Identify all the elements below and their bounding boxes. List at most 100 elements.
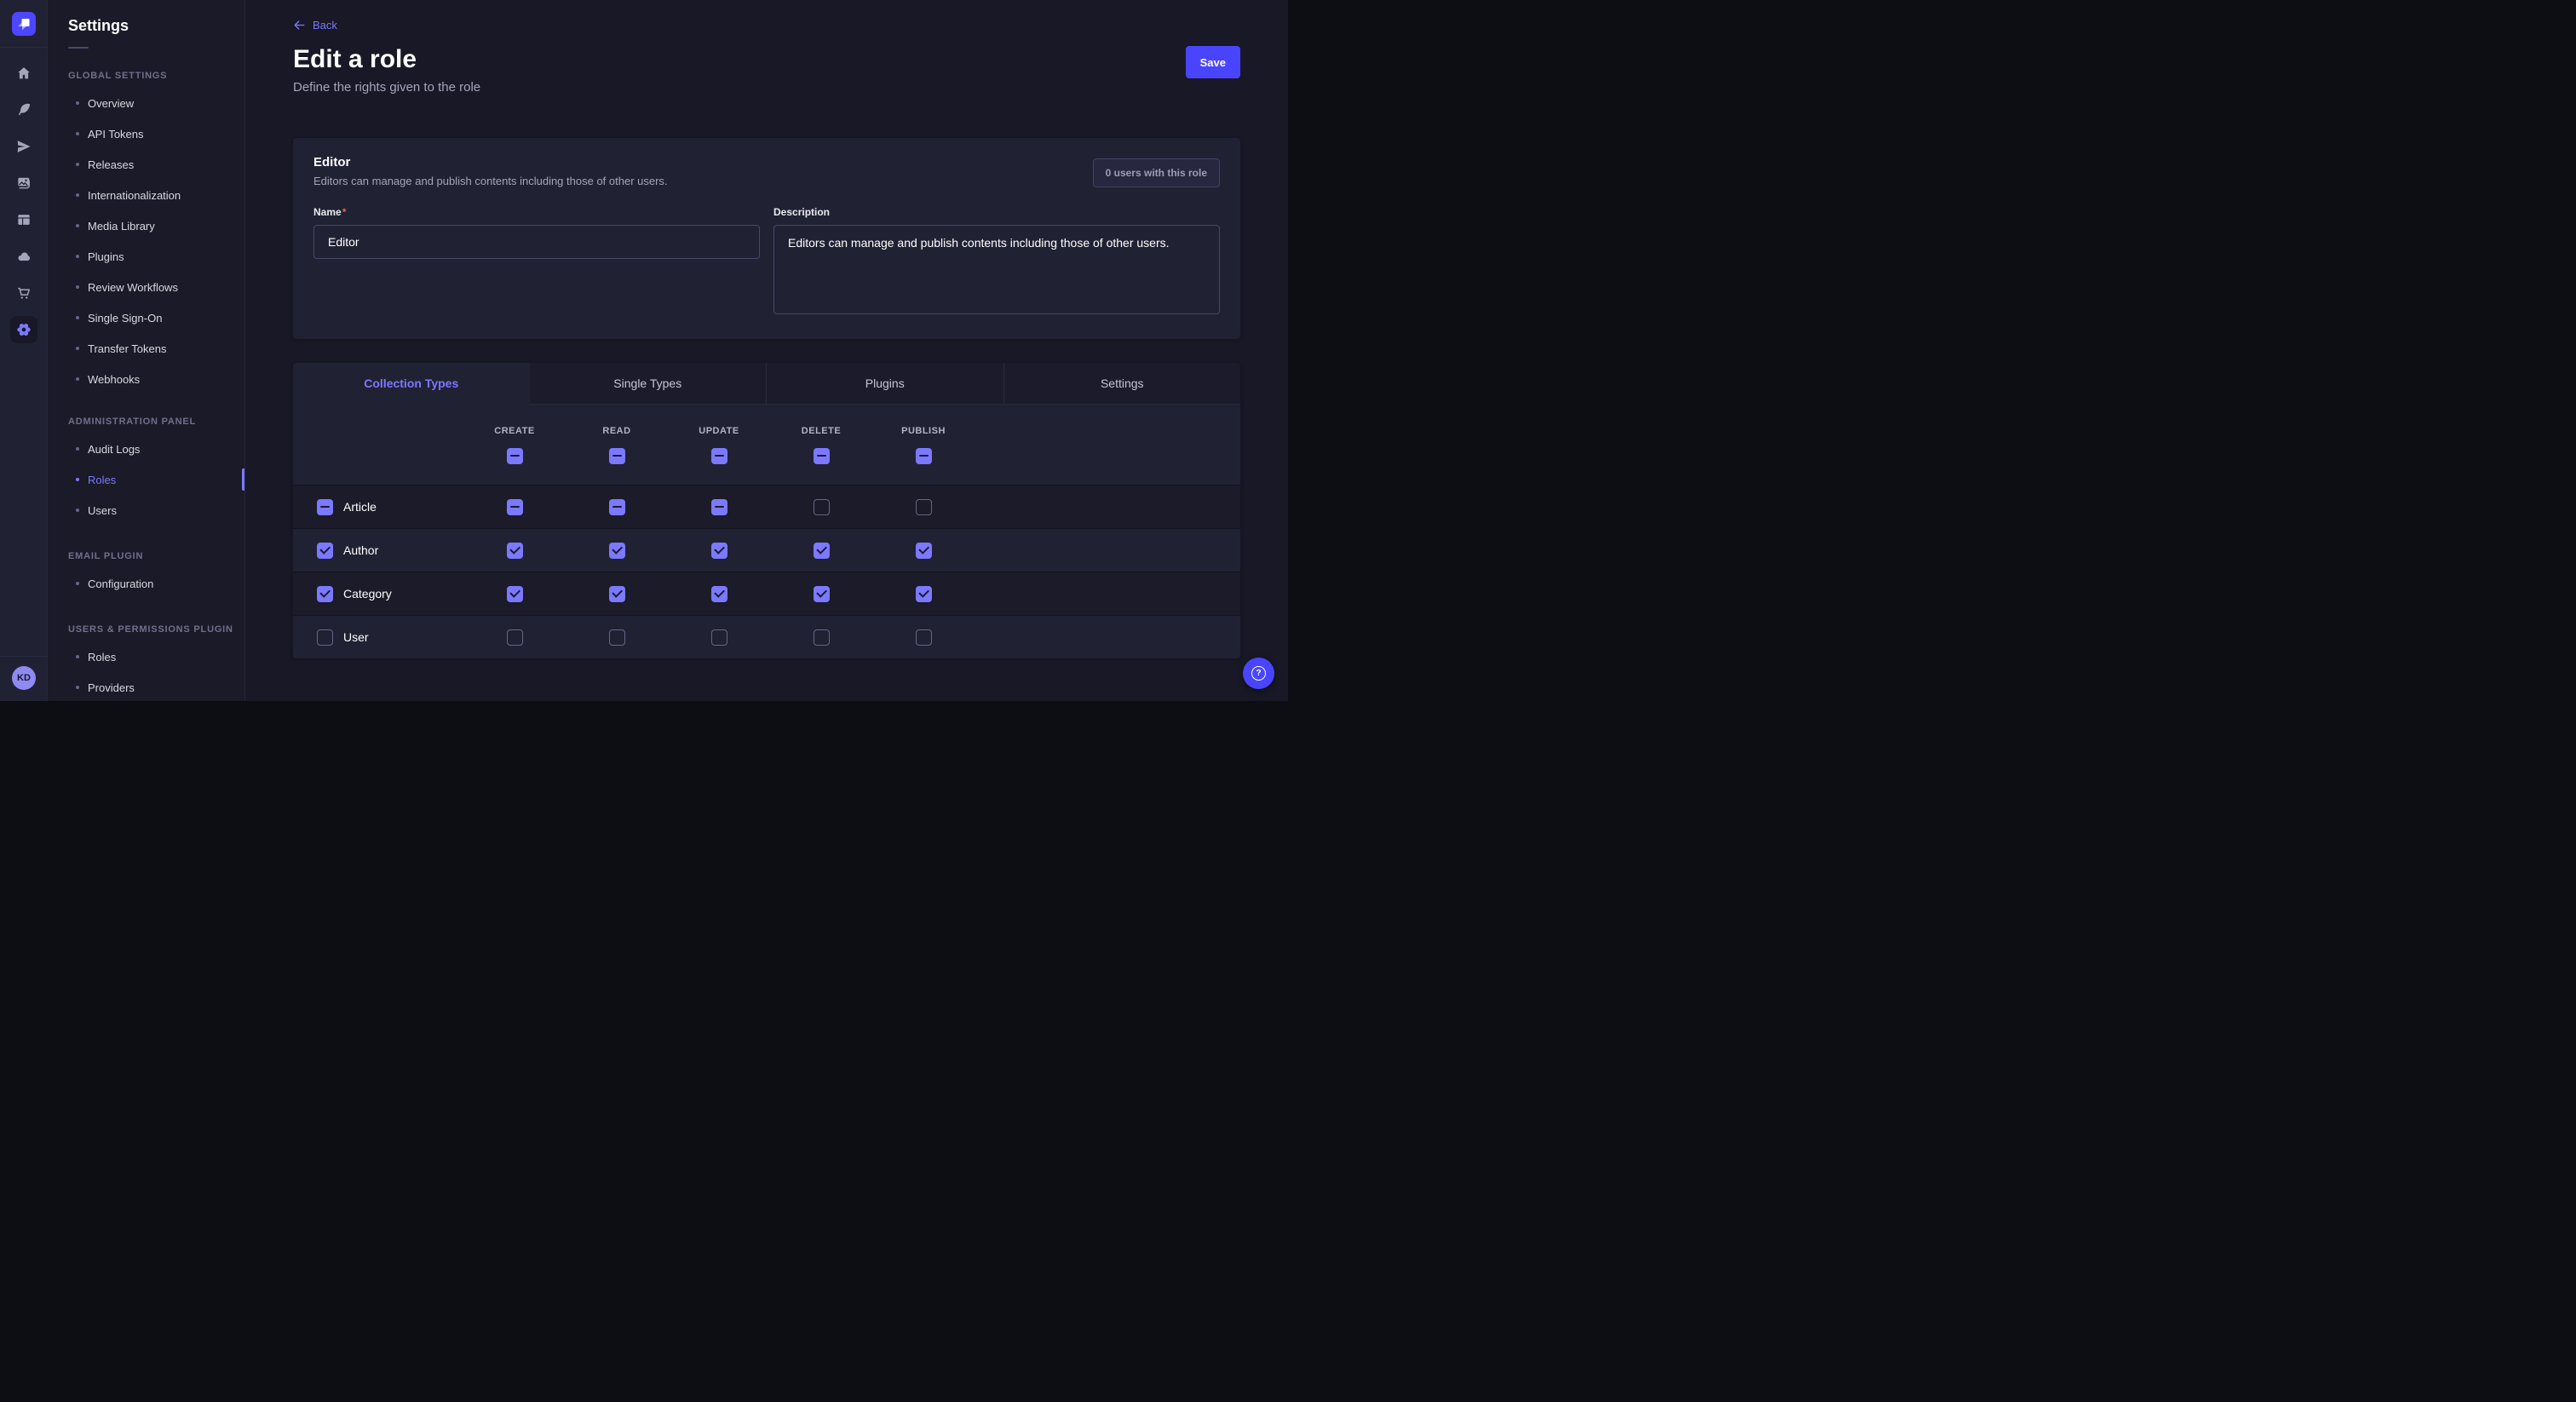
permissions-header-row: CREATE READ UPDATE DELETE PUBLISH [293, 405, 1240, 485]
section-label-users-permissions-plugin: USERS & PERMISSIONS PLUGIN [68, 624, 244, 635]
tab-single-types[interactable]: Single Types [530, 363, 767, 405]
sidebar-item-overview[interactable]: Overview [48, 88, 244, 118]
row-select-checkbox[interactable] [317, 586, 333, 602]
bullet-icon [76, 193, 79, 197]
bullet-icon [76, 316, 79, 319]
bullet-icon [76, 285, 79, 289]
permission-checkbox[interactable] [814, 499, 830, 515]
sidebar-item-review-workflows[interactable]: Review Workflows [48, 272, 244, 302]
permission-checkbox[interactable] [507, 543, 523, 559]
table-row: Author [293, 528, 1240, 572]
bullet-icon [76, 655, 79, 658]
permission-checkbox[interactable] [916, 543, 932, 559]
column-header-read: READ [602, 426, 630, 436]
permission-checkbox[interactable] [507, 629, 523, 646]
bullet-icon [76, 447, 79, 451]
sidebar-item-up-roles[interactable]: Roles [48, 641, 244, 672]
permission-checkbox[interactable] [711, 543, 727, 559]
select-all-update-checkbox[interactable] [711, 448, 727, 464]
column-header-delete: DELETE [802, 426, 841, 436]
cart-icon[interactable] [5, 274, 42, 311]
table-row: User [293, 615, 1240, 658]
select-all-delete-checkbox[interactable] [814, 448, 830, 464]
row-select-checkbox[interactable] [317, 629, 333, 646]
sidebar-item-users[interactable]: Users [48, 495, 244, 526]
bullet-icon [76, 377, 79, 381]
content-type-name: Category [343, 587, 392, 600]
select-all-create-checkbox[interactable] [507, 448, 523, 464]
row-select-checkbox[interactable] [317, 499, 333, 515]
page-subtitle: Define the rights given to the role [293, 80, 480, 95]
sidebar-item-configuration[interactable]: Configuration [48, 568, 244, 599]
column-header-update: UPDATE [699, 426, 739, 436]
permission-checkbox[interactable] [916, 499, 932, 515]
permission-checkbox[interactable] [814, 586, 830, 602]
save-button[interactable]: Save [1186, 46, 1240, 78]
permission-checkbox[interactable] [814, 629, 830, 646]
strapi-logo[interactable] [12, 12, 36, 36]
sidebar-item-webhooks[interactable]: Webhooks [48, 364, 244, 394]
column-header-publish: PUBLISH [901, 426, 946, 436]
permission-checkbox[interactable] [711, 629, 727, 646]
sidebar-item-audit-logs[interactable]: Audit Logs [48, 434, 244, 464]
permission-checkbox[interactable] [916, 586, 932, 602]
required-asterisk: * [342, 206, 347, 218]
help-button[interactable]: ? [1243, 658, 1274, 689]
sidebar-item-up-providers[interactable]: Providers [48, 672, 244, 701]
strapi-admin-app: KD Settings GLOBAL SETTINGS Overview API… [0, 0, 1288, 701]
cloud-icon[interactable] [5, 238, 42, 274]
page-title: Edit a role [293, 44, 480, 75]
bullet-icon [76, 255, 79, 258]
content-type-name: User [343, 630, 369, 644]
subnav-title: Settings [68, 17, 244, 35]
permission-checkbox[interactable] [711, 586, 727, 602]
tab-settings[interactable]: Settings [1003, 363, 1241, 405]
permission-checkbox[interactable] [507, 586, 523, 602]
permission-checkbox[interactable] [711, 499, 727, 515]
sidebar-item-transfer-tokens[interactable]: Transfer Tokens [48, 333, 244, 364]
role-details-card: Editor Editors can manage and publish co… [293, 138, 1240, 339]
avatar[interactable]: KD [12, 666, 36, 690]
back-arrow-icon [293, 19, 306, 32]
sidebar-item-media-library[interactable]: Media Library [48, 210, 244, 241]
main-nav-rail: KD [0, 0, 48, 701]
permission-checkbox[interactable] [507, 499, 523, 515]
subnav-title-divider [68, 47, 89, 49]
row-select-checkbox[interactable] [317, 543, 333, 559]
help-icon: ? [1251, 666, 1266, 681]
images-icon[interactable] [5, 164, 42, 201]
sidebar-item-api-tokens[interactable]: API Tokens [48, 118, 244, 149]
sidebar-item-single-sign-on[interactable]: Single Sign-On [48, 302, 244, 333]
role-description-textarea[interactable] [773, 225, 1220, 314]
users-with-role-badge[interactable]: 0 users with this role [1093, 158, 1220, 187]
sidebar-item-roles[interactable]: Roles [48, 464, 244, 495]
permission-checkbox[interactable] [609, 586, 625, 602]
gear-icon[interactable] [5, 311, 42, 348]
bullet-icon [76, 509, 79, 512]
role-summary: Editors can manage and publish contents … [313, 175, 668, 187]
sidebar-item-releases[interactable]: Releases [48, 149, 244, 180]
settings-active-indicator [10, 316, 37, 343]
sidebar-item-internationalization[interactable]: Internationalization [48, 180, 244, 210]
select-all-read-checkbox[interactable] [609, 448, 625, 464]
tab-plugins[interactable]: Plugins [766, 363, 1003, 405]
section-label-global-settings: GLOBAL SETTINGS [68, 71, 244, 81]
back-button[interactable]: Back [293, 19, 337, 32]
tab-collection-types[interactable]: Collection Types [293, 363, 530, 405]
permission-checkbox[interactable] [609, 629, 625, 646]
description-field-label: Description [773, 206, 830, 218]
home-icon[interactable] [5, 55, 42, 91]
select-all-publish-checkbox[interactable] [916, 448, 932, 464]
paper-plane-icon[interactable] [5, 128, 42, 164]
permission-checkbox[interactable] [609, 499, 625, 515]
permission-checkbox[interactable] [814, 543, 830, 559]
role-name-heading: Editor [313, 155, 668, 170]
bullet-icon [76, 686, 79, 689]
layout-icon[interactable] [5, 201, 42, 238]
permission-checkbox[interactable] [916, 629, 932, 646]
feather-icon[interactable] [5, 91, 42, 128]
bullet-icon [76, 163, 79, 166]
sidebar-item-plugins[interactable]: Plugins [48, 241, 244, 272]
role-name-input[interactable] [313, 225, 760, 259]
permission-checkbox[interactable] [609, 543, 625, 559]
